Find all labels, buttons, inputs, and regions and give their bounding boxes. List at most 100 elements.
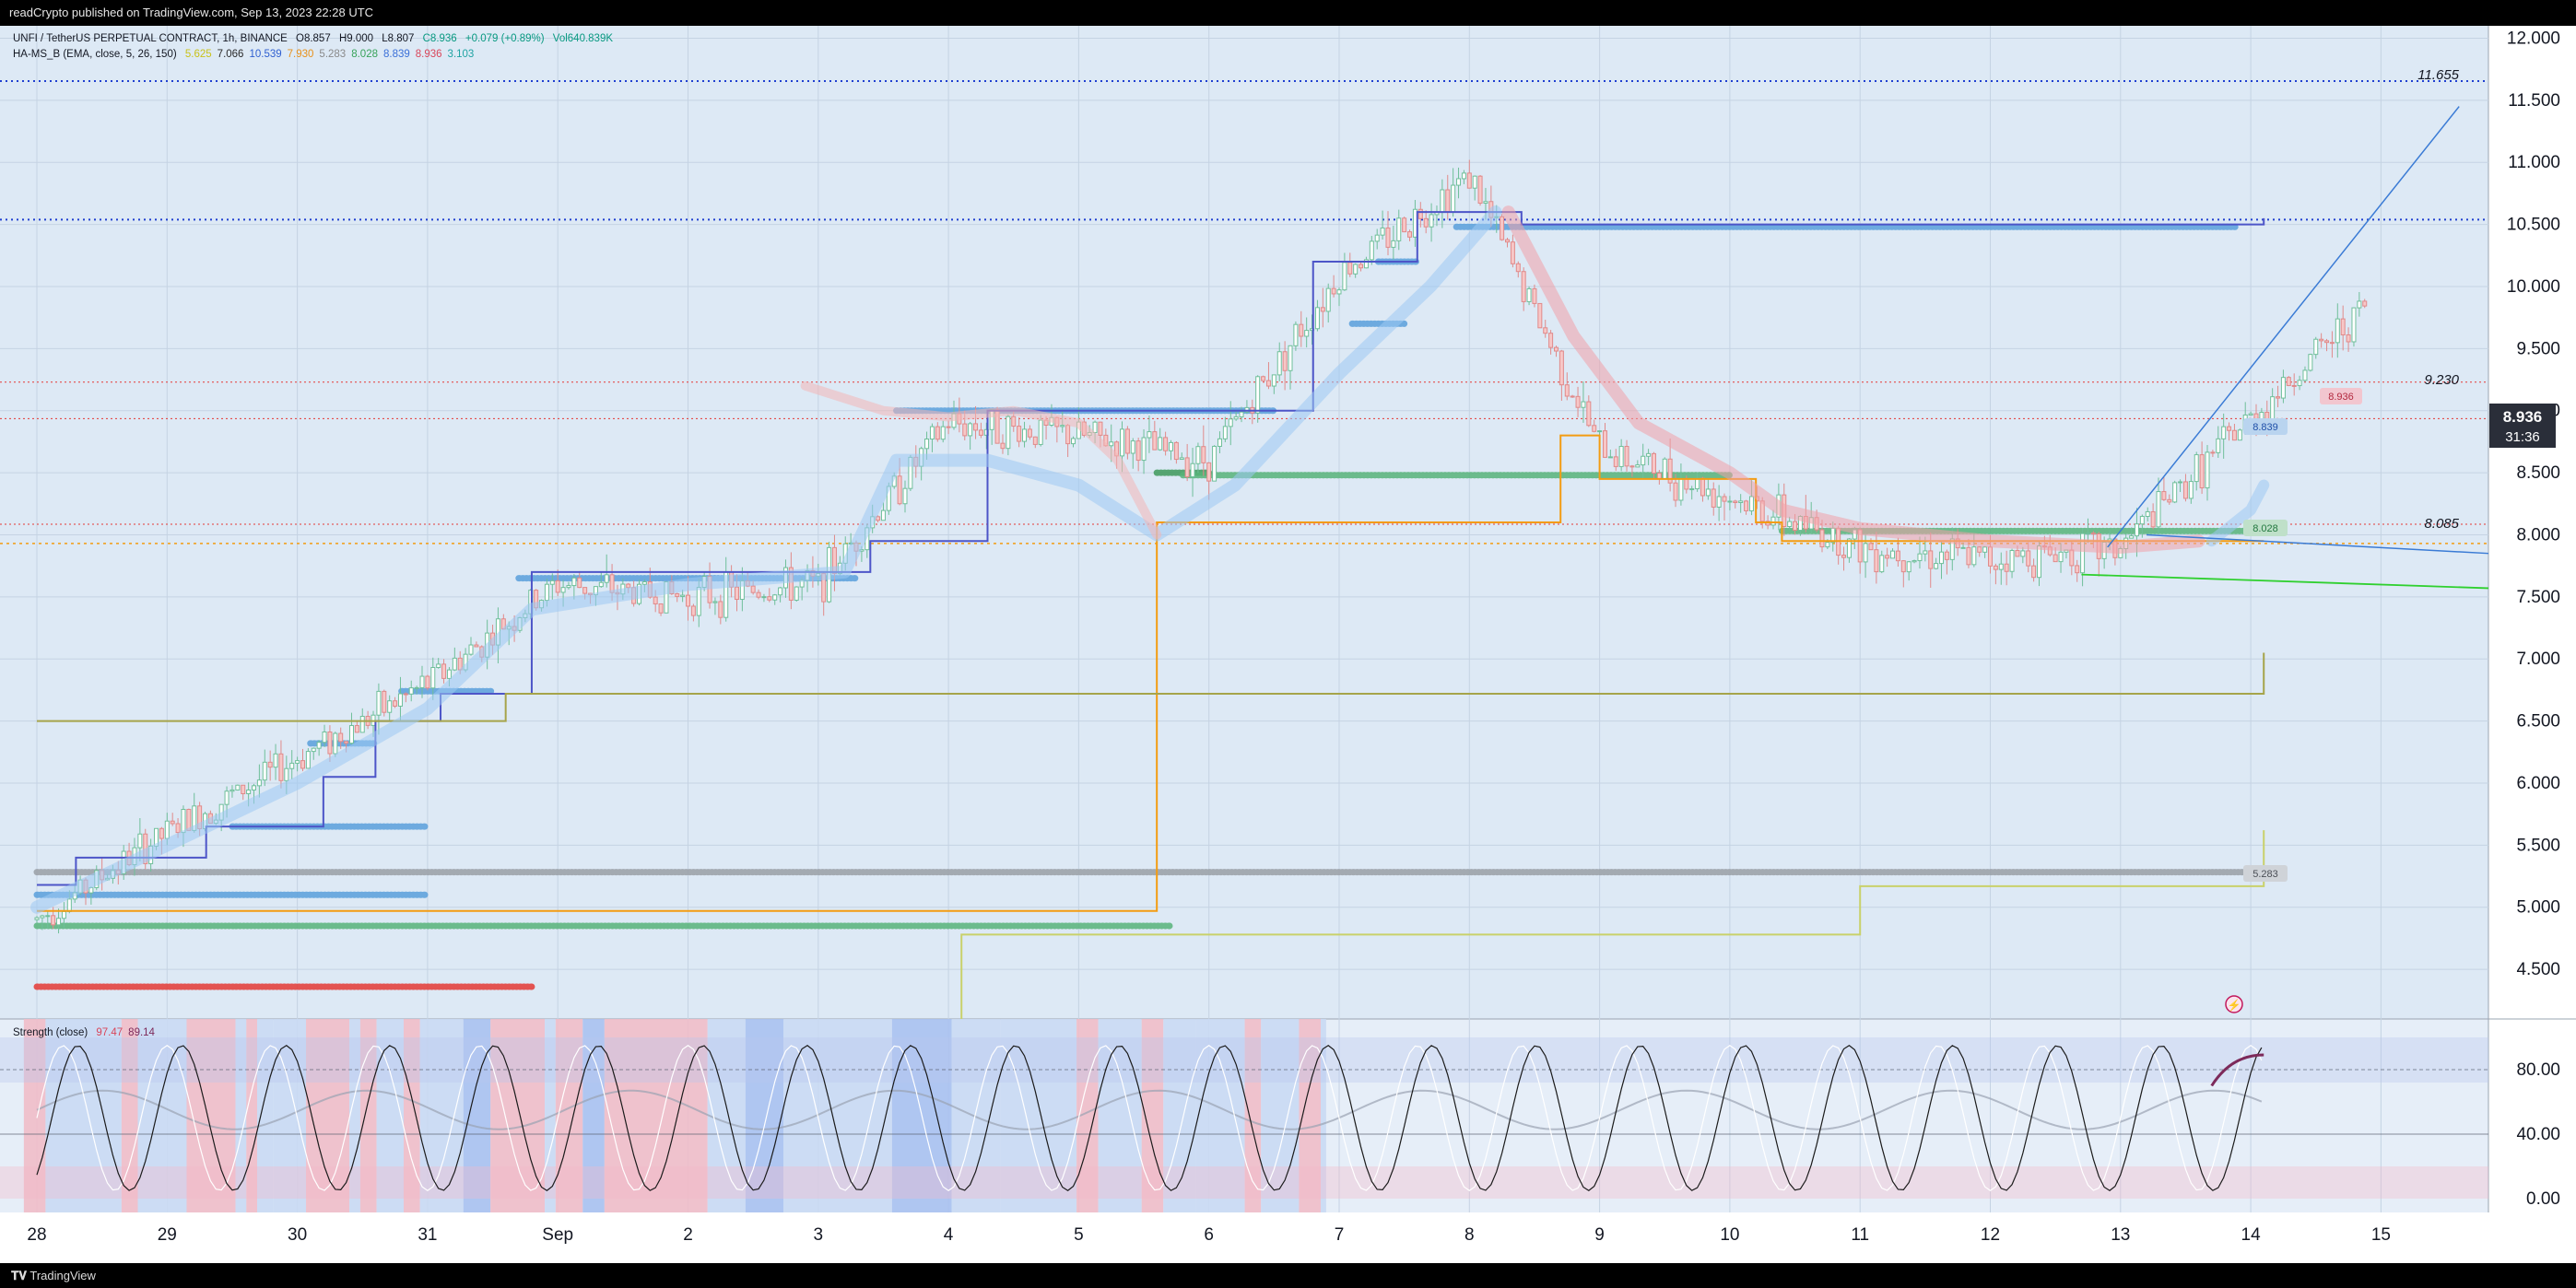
candle-body xyxy=(430,666,436,689)
candle-body xyxy=(1966,546,1971,566)
candle-body xyxy=(2172,482,2178,503)
candle-body xyxy=(333,732,338,755)
candle-body xyxy=(1722,496,1727,502)
candle-body xyxy=(2182,481,2188,499)
strength-tick-label: 40.00 xyxy=(2516,1125,2560,1144)
strength-upper-zone xyxy=(0,1037,2488,1083)
candle-body xyxy=(1228,418,1233,427)
candle-body xyxy=(1109,441,1114,447)
candle-body xyxy=(1451,184,1456,213)
candle-body xyxy=(1879,555,1885,573)
candle-body xyxy=(680,594,686,597)
candle-body xyxy=(1195,446,1201,464)
candle-body xyxy=(408,687,414,695)
candle-body xyxy=(2188,481,2194,499)
candle-body xyxy=(1147,431,1152,439)
time-tick-label: Sep xyxy=(542,1225,573,1245)
chart-svg[interactable]: 12.00011.50011.00010.50010.0009.5009.000… xyxy=(0,26,2576,1263)
legend-close: C8.936 xyxy=(423,33,457,44)
candle-body xyxy=(2069,549,2075,567)
candle-body xyxy=(1727,500,1733,503)
candle-body xyxy=(1971,546,1977,566)
candle-body xyxy=(1331,287,1336,295)
chart-area[interactable]: 12.00011.50011.00010.50010.0009.5009.000… xyxy=(0,26,2576,1263)
price-tick-label: 10.000 xyxy=(2507,277,2560,297)
candle-body xyxy=(1635,464,1641,468)
candle-body xyxy=(897,475,902,505)
candle-body xyxy=(1314,307,1320,330)
candle-body xyxy=(1336,289,1342,295)
candle-body xyxy=(1304,330,1310,337)
price-tick-label: 6.500 xyxy=(2516,712,2560,732)
candle-body xyxy=(549,580,555,585)
candle-body xyxy=(1532,287,1537,304)
candle-body xyxy=(256,779,262,787)
candle-body xyxy=(2015,550,2020,557)
candle-body xyxy=(1787,521,1793,528)
candle-body xyxy=(1293,323,1299,346)
candle-body xyxy=(376,690,382,716)
candle-body xyxy=(1923,550,1928,555)
candle-body xyxy=(1276,351,1282,376)
candle-body xyxy=(1689,488,1695,491)
candle-body xyxy=(34,917,40,920)
candle-body xyxy=(2134,523,2139,537)
candle-body xyxy=(1299,323,1304,337)
candle-body xyxy=(2178,481,2183,484)
candle-body xyxy=(2031,565,2037,579)
candle-body xyxy=(1288,345,1293,371)
candle-body xyxy=(1060,425,1065,427)
candle-body xyxy=(2210,451,2216,454)
candle-body xyxy=(1656,473,1662,479)
candle-body xyxy=(170,820,175,825)
candle-body xyxy=(1651,452,1656,474)
footer-bar: 𝐓𝐕 TradingView xyxy=(0,1263,2576,1288)
candle-body xyxy=(425,675,430,689)
candle-body xyxy=(1466,172,1472,189)
candle-body xyxy=(2004,563,2009,572)
tag-blue: 8.839 xyxy=(2253,422,2278,433)
candle-body xyxy=(446,669,452,679)
candle-body xyxy=(1071,438,1076,445)
candle-body xyxy=(1022,428,1028,442)
candle-body xyxy=(393,700,398,707)
candle-body xyxy=(718,601,723,618)
price-tick-label: 12.000 xyxy=(2507,29,2560,48)
candle-body xyxy=(40,915,45,919)
indicator-value: 8.839 xyxy=(383,49,410,60)
candle-body xyxy=(1890,550,1896,559)
candle-body xyxy=(2139,515,2145,525)
current-price: 8.936 xyxy=(2503,408,2543,426)
candle-body xyxy=(2302,369,2308,381)
candle-body xyxy=(1120,428,1124,457)
candle-body xyxy=(566,585,571,589)
candle-body xyxy=(397,693,403,707)
candle-body xyxy=(1353,263,1359,275)
candle-body xyxy=(756,591,761,598)
candle-body xyxy=(1537,302,1543,329)
candle-body xyxy=(658,603,664,614)
candle-body xyxy=(1038,419,1043,445)
publish-header: readCrypto published on TradingView.com,… xyxy=(0,0,2576,26)
candle-body xyxy=(902,487,908,505)
time-tick-label: 15 xyxy=(2371,1225,2391,1245)
candle-body xyxy=(1233,416,1239,420)
candle-body xyxy=(1960,546,1966,549)
candle-body xyxy=(1678,478,1684,501)
candle-body xyxy=(1564,384,1570,397)
candle-body xyxy=(2145,510,2150,517)
svg-text:UNFI / TetherUS PERPETUAL CONT: UNFI / TetherUS PERPETUAL CONTRACT, 1h, … xyxy=(13,33,613,44)
candle-body xyxy=(1184,457,1190,477)
candle-body xyxy=(2280,377,2286,399)
candle-body xyxy=(2036,545,2041,579)
price-tick-label: 7.500 xyxy=(2516,588,2560,607)
candle-body xyxy=(1217,438,1222,447)
candle-body xyxy=(1505,239,1511,243)
candle-body xyxy=(1559,350,1564,386)
candle-body xyxy=(474,644,479,648)
candle-body xyxy=(252,785,256,790)
candle-body xyxy=(159,827,164,839)
candle-body xyxy=(686,594,690,607)
candle-body xyxy=(2319,338,2324,342)
price-tick-label: 11.500 xyxy=(2508,91,2560,111)
